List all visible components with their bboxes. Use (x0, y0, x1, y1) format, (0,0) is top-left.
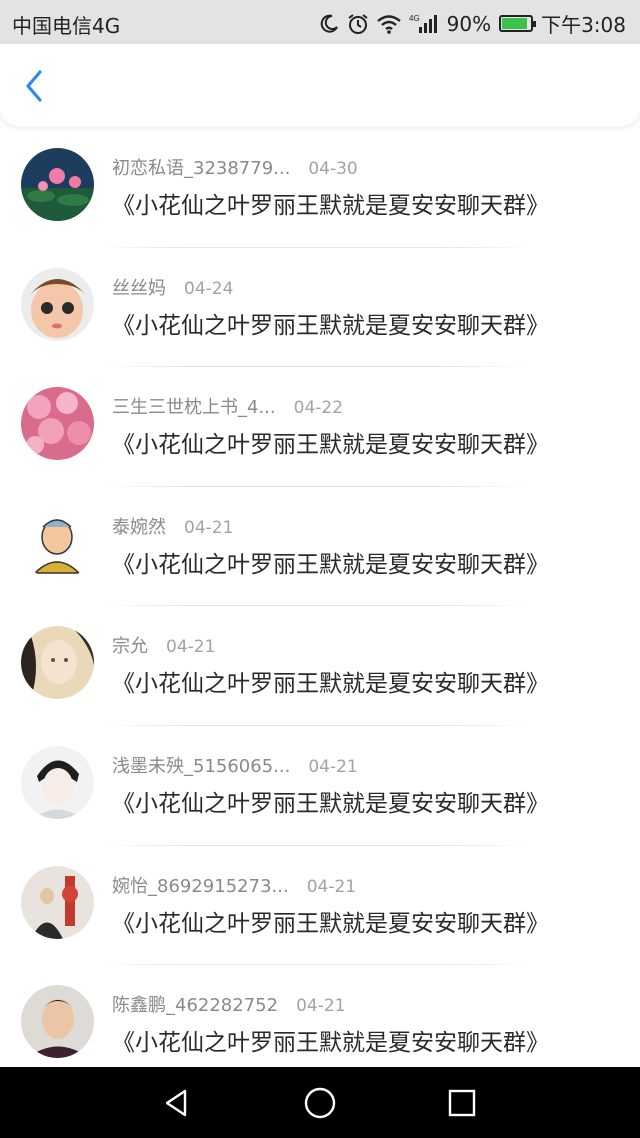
item-meta: 泰婉然 04-21 (112, 513, 233, 539)
item-message: 《小花仙之叶罗丽王默就是夏安安聊天群》 (112, 671, 549, 698)
sender-name[interactable]: 三生三世枕上书_4... (112, 397, 276, 418)
item-meta: 陈鑫鹏_462282752 04-21 (112, 991, 345, 1017)
moon-icon (320, 14, 338, 33)
battery-level (502, 18, 528, 29)
signal-icon: 4G (409, 14, 437, 33)
item-meta: 浅墨未殃_5156065... 04-21 (112, 752, 358, 778)
list-item[interactable]: 泰婉然 04-21 《小花仙之叶罗丽王默就是夏安安聊天群》 (0, 487, 640, 607)
network-type-label: 4G (409, 14, 420, 23)
avatar[interactable] (21, 745, 94, 819)
status-time: 下午3:08 (541, 13, 626, 37)
list-item[interactable]: 丝丝妈 04-24 《小花仙之叶罗丽王默就是夏安安聊天群》 (0, 248, 640, 368)
avatar[interactable] (21, 506, 94, 580)
list-item[interactable]: 初恋私语_3238779... 04-30 《小花仙之叶罗丽王默就是夏安安聊天群》 (0, 128, 640, 248)
list-item[interactable]: 宗允 04-21 《小花仙之叶罗丽王默就是夏安安聊天群》 (0, 606, 640, 726)
item-message: 《小花仙之叶罗丽王默就是夏安安聊天群》 (112, 193, 549, 219)
avatar[interactable] (21, 148, 94, 221)
item-date: 04-30 (308, 159, 358, 179)
avatar[interactable] (21, 865, 94, 939)
item-date: 04-21 (306, 876, 357, 897)
item-message: 《小花仙之叶罗丽王默就是夏安安聊天群》 (112, 312, 549, 339)
status-icons: 4G 90% 下午3:08 (319, 9, 626, 38)
list-item[interactable]: 浅墨未殃_5156065... 04-21 《小花仙之叶罗丽王默就是夏安安聊天群》 (0, 726, 640, 846)
sender-name[interactable]: 陈鑫鹏_462282752 (112, 995, 278, 1016)
item-message: 《小花仙之叶罗丽王默就是夏安安聊天群》 (112, 910, 549, 937)
item-meta: 宗允 04-21 (112, 632, 215, 658)
item-date: 04-24 (184, 278, 234, 299)
sender-name[interactable]: 泰婉然 (112, 517, 166, 538)
item-message: 《小花仙之叶罗丽王默就是夏安安聊天群》 (112, 432, 549, 459)
item-date: 04-21 (184, 517, 234, 538)
sender-name[interactable]: 宗允 (112, 636, 148, 657)
avatar[interactable] (21, 267, 94, 341)
member-list: 初恋私语_3238779... 04-30 《小花仙之叶罗丽王默就是夏安安聊天群》丝… (0, 128, 640, 1085)
list-item[interactable]: 婉怡_8692915273... 04-21 《小花仙之叶罗丽王默就是夏安安聊天群》 (0, 846, 640, 966)
status-bar: 中国电信4G 4G 90% 下午3:08 (0, 0, 640, 44)
list-item[interactable]: 三生三世枕上书_4... 04-22 《小花仙之叶罗丽王默就是夏安安聊天群》 (0, 367, 640, 487)
navigation-bar (0, 1067, 640, 1138)
avatar[interactable] (21, 387, 94, 461)
item-date: 04-21 (166, 637, 216, 658)
sender-name[interactable]: 初恋私语_3238779... (112, 158, 290, 179)
sender-name[interactable]: 婉怡_8692915273... (112, 876, 289, 897)
avatar[interactable] (21, 985, 94, 1059)
item-message: 《小花仙之叶罗丽王默就是夏安安聊天群》 (112, 1030, 549, 1057)
item-date: 04-22 (293, 398, 344, 419)
sender-name[interactable]: 丝丝妈 (112, 278, 166, 299)
back-button[interactable] (14, 66, 54, 106)
battery-percent: 90% (446, 11, 492, 36)
home-circle-icon (304, 1087, 336, 1119)
item-message: 《小花仙之叶罗丽王默就是夏安安聊天群》 (112, 551, 549, 578)
item-message: 《小花仙之叶罗丽王默就是夏安安聊天群》 (112, 790, 549, 817)
item-date: 04-21 (296, 996, 346, 1017)
header (0, 44, 640, 126)
avatar[interactable] (21, 626, 94, 700)
chevron-left-icon (26, 70, 42, 102)
nav-recents-button[interactable] (442, 1083, 482, 1123)
wifi-icon (376, 14, 401, 34)
sender-name[interactable]: 浅墨未殃_5156065... (112, 756, 290, 777)
item-date: 04-21 (308, 756, 358, 777)
screen: 中国电信4G 4G 90% 下午3:08 初恋私语_3238779... 04-… (0, 0, 640, 1138)
carrier-label: 中国电信4G (12, 14, 121, 38)
nav-home-button[interactable] (300, 1083, 340, 1123)
item-meta: 初恋私语_3238779... 04-30 (112, 154, 358, 180)
item-meta: 婉怡_8692915273... 04-21 (112, 872, 356, 898)
back-triangle-icon (165, 1089, 187, 1117)
battery-icon (499, 15, 537, 32)
recents-square-icon (448, 1089, 476, 1117)
nav-back-button[interactable] (157, 1083, 197, 1123)
alarm-icon (348, 13, 368, 34)
item-meta: 丝丝妈 04-24 (112, 274, 233, 300)
item-meta: 三生三世枕上书_4... 04-22 (112, 393, 343, 419)
